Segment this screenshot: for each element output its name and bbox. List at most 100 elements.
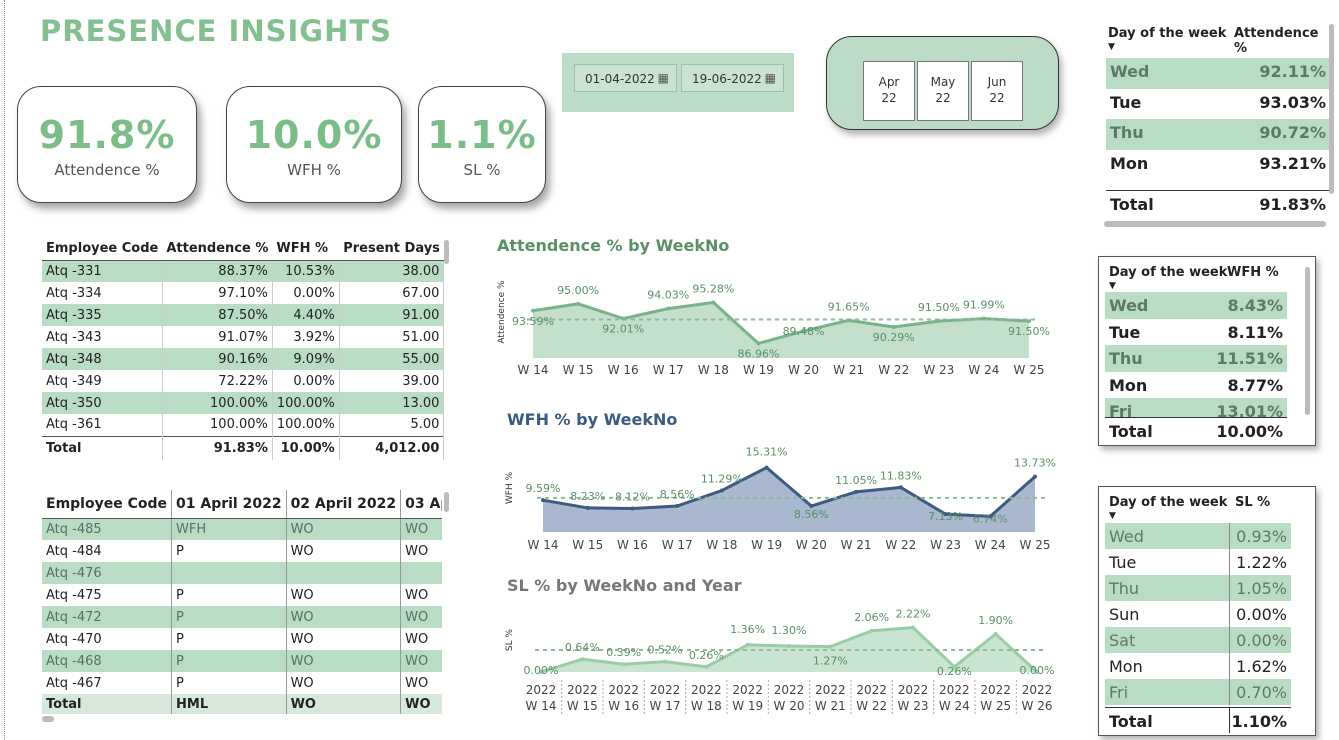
dow-row[interactable]: Sun 0.00% <box>1105 601 1291 627</box>
data-point[interactable] <box>1033 474 1037 479</box>
end-date-input[interactable]: 19-06-2022 ▦ <box>681 64 784 92</box>
data-point[interactable] <box>621 316 626 321</box>
table-row[interactable]: Atq -350 100.00% 100.00% 13.00 <box>42 392 445 414</box>
dow-row[interactable]: Thu 1.05% <box>1105 575 1291 601</box>
table-row[interactable]: Atq -467 P WO WO <box>42 672 442 694</box>
data-point[interactable] <box>531 308 535 313</box>
dow-row[interactable]: Sat 0.00% <box>1105 627 1291 653</box>
column-header[interactable]: Day of the week <box>1109 495 1227 510</box>
data-point[interactable] <box>711 300 716 305</box>
dow-row[interactable]: Wed 0.93% <box>1105 523 1291 549</box>
dow-row[interactable]: Tue 8.11% <box>1105 319 1287 346</box>
table-row[interactable]: Atq -361 100.00% 100.00% 5.00 <box>42 414 445 436</box>
calendar-icon[interactable]: ▦ <box>658 71 669 85</box>
dow-row[interactable]: Mon 93.21% <box>1106 150 1330 181</box>
column-header[interactable]: WFH % <box>272 238 340 261</box>
data-point[interactable] <box>981 316 986 321</box>
data-point[interactable] <box>630 506 635 511</box>
data-point[interactable] <box>585 505 590 510</box>
sort-desc-icon[interactable]: ▼ <box>1108 42 1115 52</box>
column-header[interactable]: Employee Code <box>42 238 163 261</box>
column-header[interactable]: 01 April 2022 <box>171 490 287 519</box>
x-tick-year: 2022 <box>691 683 722 697</box>
data-point[interactable] <box>898 485 903 490</box>
column-header[interactable]: WFH % <box>1227 265 1279 280</box>
data-point[interactable] <box>869 628 874 633</box>
dow-row[interactable]: Mon 8.77% <box>1105 372 1287 399</box>
table-row[interactable]: Atq -468 P WO WO <box>42 650 442 672</box>
sort-desc-icon[interactable]: ▼ <box>1109 281 1116 291</box>
table-cell: 55.00 <box>339 348 445 370</box>
data-point[interactable] <box>666 306 671 311</box>
table-horizontal-scrollbar[interactable] <box>1104 221 1326 227</box>
data-point[interactable] <box>704 664 709 669</box>
column-header[interactable]: SL % <box>1235 495 1270 510</box>
data-point[interactable] <box>936 319 941 324</box>
data-point[interactable] <box>854 489 859 494</box>
table-horizontal-scrollbar[interactable] <box>42 716 54 722</box>
table-row[interactable]: Atq -476 <box>42 562 442 584</box>
table-cell: Atq -361 <box>42 414 163 436</box>
column-header[interactable]: Day of the week <box>1109 265 1227 280</box>
dow-row[interactable]: Mon 1.62% <box>1105 653 1291 679</box>
column-header[interactable]: Day of the week <box>1108 26 1226 41</box>
column-header[interactable]: Present Days <box>339 238 444 261</box>
table-row[interactable]: Atq -331 88.37% 10.53% 38.00 <box>42 260 445 282</box>
dow-row[interactable]: Wed 92.11% <box>1106 58 1330 89</box>
data-point[interactable] <box>1027 319 1031 324</box>
table-row[interactable]: Atq -484 P WO WO <box>42 540 442 562</box>
table-scrollbar[interactable] <box>444 240 449 264</box>
table-row[interactable]: Atq -348 90.16% 9.09% 55.00 <box>42 348 445 370</box>
data-point[interactable] <box>911 625 915 630</box>
dow-day: Thu <box>1109 349 1143 368</box>
table-row[interactable]: Atq -349 72.22% 0.00% 39.00 <box>42 370 445 392</box>
data-point[interactable] <box>828 644 833 649</box>
data-label: 91.50% <box>1008 325 1050 338</box>
table-scrollbar[interactable] <box>1329 24 1334 194</box>
table-total-row: Total HML WO WO <box>42 694 442 714</box>
data-label: 91.65% <box>828 300 870 313</box>
dow-row[interactable]: Tue 93.03% <box>1106 89 1330 120</box>
dow-row[interactable]: Thu 11.51% <box>1105 345 1287 372</box>
data-point[interactable] <box>663 659 667 664</box>
data-point[interactable] <box>719 488 724 493</box>
table-scrollbar[interactable] <box>1305 267 1310 415</box>
data-point[interactable] <box>576 301 581 306</box>
data-point[interactable] <box>541 498 545 503</box>
table-row[interactable]: Atq -472 P WO WO <box>42 606 442 628</box>
data-point[interactable] <box>621 662 626 667</box>
kpi-label: WFH % <box>287 161 341 179</box>
dow-row[interactable]: Tue 1.22% <box>1105 549 1291 575</box>
month-button-jun[interactable]: Jun 22 <box>971 61 1023 121</box>
dow-row[interactable]: Thu 90.72% <box>1106 119 1330 150</box>
table-cell: WO <box>400 628 442 650</box>
table-row[interactable]: Atq -470 P WO WO <box>42 628 442 650</box>
calendar-icon[interactable]: ▦ <box>765 71 776 85</box>
data-point[interactable] <box>891 325 896 330</box>
data-point[interactable] <box>846 318 851 323</box>
column-header[interactable]: Attendence % <box>1234 26 1334 56</box>
column-header[interactable]: Attendence % <box>162 238 273 261</box>
sort-desc-icon[interactable]: ▼ <box>1109 511 1116 521</box>
column-header[interactable]: Employee Code <box>42 490 172 519</box>
dow-row[interactable]: Fri 0.70% <box>1105 679 1291 705</box>
data-point[interactable] <box>787 644 791 648</box>
table-row[interactable]: Atq -334 97.10% 0.00% 67.00 <box>42 282 445 304</box>
dow-row[interactable]: Wed 8.43% <box>1105 292 1287 319</box>
data-point[interactable] <box>993 632 998 636</box>
data-point[interactable] <box>675 504 680 509</box>
table-row[interactable]: Atq -335 87.50% 4.40% 91.00 <box>42 304 445 326</box>
table-row[interactable]: Atq -343 91.07% 3.92% 51.00 <box>42 326 445 348</box>
month-button-apr[interactable]: Apr 22 <box>863 61 915 121</box>
column-header[interactable]: 02 April 2022 <box>286 490 402 519</box>
start-date-input[interactable]: 01-04-2022 ▦ <box>574 64 677 92</box>
column-header[interactable]: 03 April 2 <box>400 490 442 519</box>
data-point[interactable] <box>756 341 761 346</box>
table-row[interactable]: Atq -475 P WO WO <box>42 584 442 606</box>
data-point[interactable] <box>580 657 585 662</box>
table-row[interactable]: Atq -485 WFH WO WO <box>42 518 442 540</box>
data-point[interactable] <box>764 465 769 470</box>
month-button-may[interactable]: May 22 <box>917 61 969 121</box>
data-point[interactable] <box>745 642 750 647</box>
table-scrollbar[interactable] <box>444 492 449 512</box>
